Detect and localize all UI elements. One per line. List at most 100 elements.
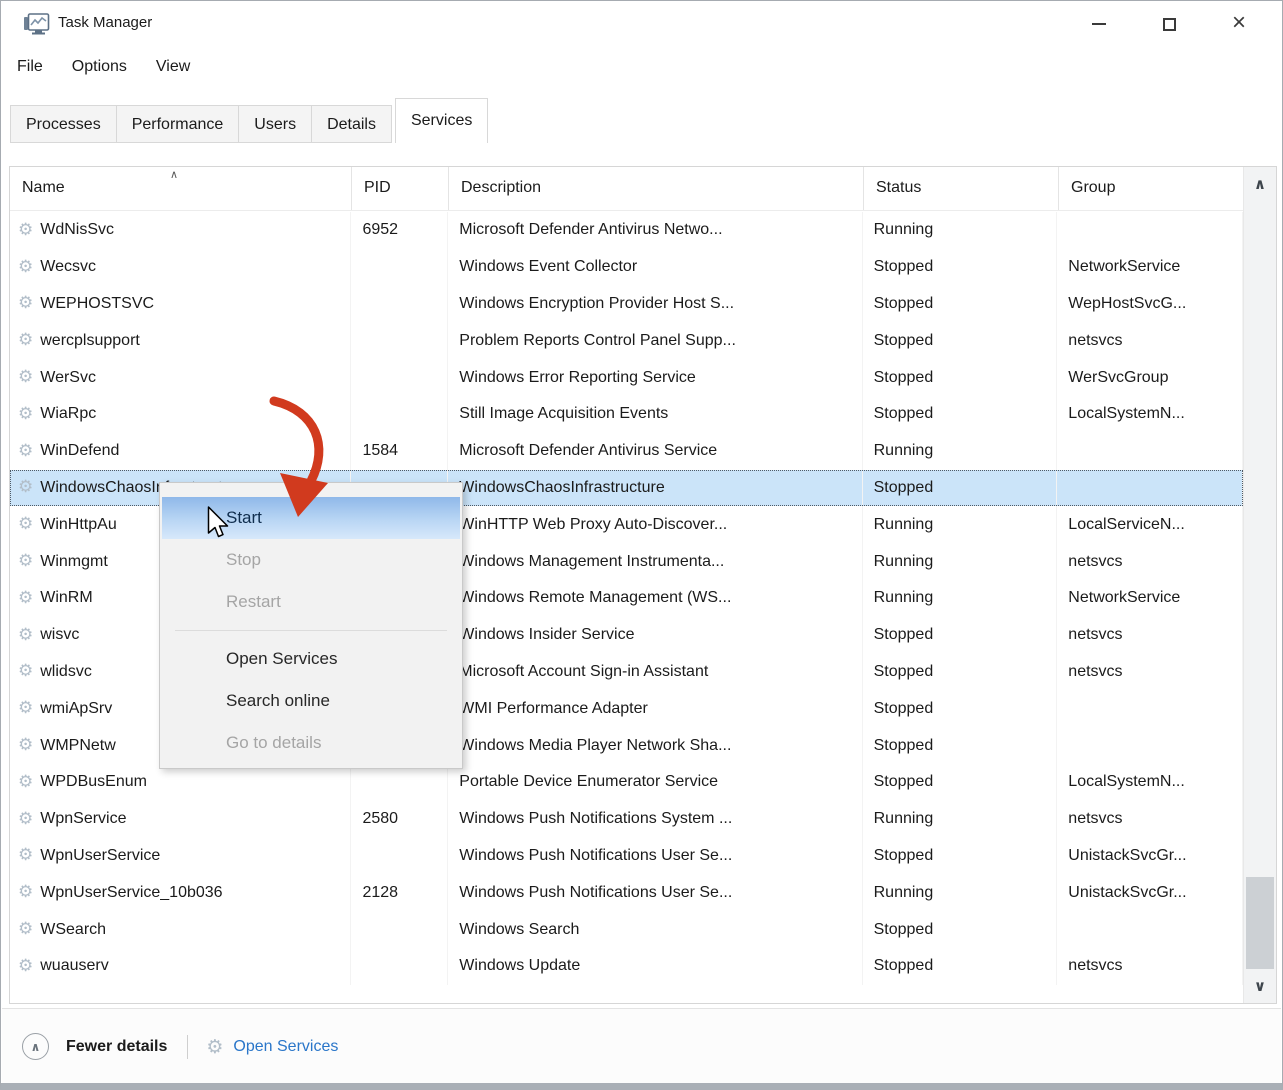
- cell-desc: Windows Search: [448, 911, 862, 948]
- cell-group: NetworkService: [1057, 249, 1243, 286]
- menu-options[interactable]: Options: [72, 58, 127, 76]
- context-menu: StartStopRestartOpen ServicesSearch onli…: [159, 482, 463, 769]
- cell-desc: Windows Push Notifications User Se...: [448, 838, 862, 875]
- cell-status: Stopped: [863, 322, 1058, 359]
- cell-status: Running: [863, 543, 1058, 580]
- list-header: ∧ NamePIDDescriptionStatusGroup: [10, 167, 1276, 211]
- tab-details[interactable]: Details: [312, 105, 392, 143]
- sort-ascending-icon: ∧: [170, 168, 178, 181]
- context-menu-item-start[interactable]: Start: [162, 497, 460, 539]
- cell-desc: Windows Encryption Provider Host S...: [448, 286, 862, 323]
- menu-bar: File Options View: [17, 58, 190, 76]
- cell-group: UnistackSvcGr...: [1057, 838, 1243, 875]
- scroll-up-button[interactable]: ∧: [1244, 167, 1276, 201]
- fewer-details-button[interactable]: Fewer details: [66, 1038, 167, 1056]
- cell-desc: Still Image Acquisition Events: [448, 396, 862, 433]
- open-services-link[interactable]: Open Services: [233, 1038, 338, 1056]
- cell-desc: Windows Management Instrumenta...: [448, 543, 862, 580]
- service-row[interactable]: ⚙wuauservWindows UpdateStoppednetsvcs: [10, 948, 1243, 985]
- cell-group: [1057, 911, 1243, 948]
- cell-status: Stopped: [863, 654, 1058, 691]
- service-gear-icon: ⚙: [18, 222, 33, 239]
- cell-group: [1057, 470, 1243, 507]
- service-row[interactable]: ⚙wercplsupportProblem Reports Control Pa…: [10, 322, 1243, 359]
- context-menu-item-open-services[interactable]: Open Services: [162, 638, 460, 680]
- menu-file[interactable]: File: [17, 58, 43, 76]
- task-manager-window: Task Manager × FileOptionsView Processes…: [0, 0, 1283, 1090]
- service-gear-icon: ⚙: [18, 259, 33, 276]
- column-header-pid[interactable]: PID: [352, 167, 449, 210]
- service-gear-icon: ⚙: [18, 958, 33, 975]
- context-menu-item-go-to-details: Go to details: [162, 722, 460, 764]
- service-gear-icon: ⚙: [18, 332, 33, 349]
- cell-pid: [351, 838, 448, 875]
- service-row[interactable]: ⚙WiaRpcStill Image Acquisition EventsSto…: [10, 396, 1243, 433]
- vertical-scrollbar[interactable]: ∧ ∨: [1243, 167, 1276, 1003]
- cell-group: [1057, 212, 1243, 249]
- cell-status: Running: [863, 506, 1058, 543]
- cell-name: ⚙WerSvc: [10, 359, 351, 396]
- tab-performance[interactable]: Performance: [117, 105, 240, 143]
- cell-group: WepHostSvcG...: [1057, 286, 1243, 323]
- service-gear-icon: ⚙: [18, 295, 33, 312]
- collapse-circle-icon[interactable]: ∧: [22, 1033, 49, 1060]
- service-gear-icon: ⚙: [18, 884, 33, 901]
- cell-group: NetworkService: [1057, 580, 1243, 617]
- service-row[interactable]: ⚙WPDBusEnumPortable Device Enumerator Se…: [10, 764, 1243, 801]
- cell-desc: Microsoft Defender Antivirus Service: [448, 433, 862, 470]
- cell-group: LocalServiceN...: [1057, 506, 1243, 543]
- tab-services[interactable]: Services: [395, 98, 488, 143]
- cell-desc: Microsoft Account Sign-in Assistant: [448, 654, 862, 691]
- service-row[interactable]: ⚙WEPHOSTSVCWindows Encryption Provider H…: [10, 286, 1243, 323]
- cell-desc: Windows Push Notifications System ...: [448, 801, 862, 838]
- cell-group: [1057, 433, 1243, 470]
- cell-status: Stopped: [863, 911, 1058, 948]
- cell-group: netsvcs: [1057, 543, 1243, 580]
- menu-view[interactable]: View: [156, 58, 190, 76]
- service-gear-icon: ⚙: [18, 921, 33, 938]
- service-gear-icon: ⚙: [18, 443, 33, 460]
- cell-pid: 2580: [351, 801, 448, 838]
- service-row[interactable]: ⚙WdNisSvc6952Microsoft Defender Antiviru…: [10, 212, 1243, 249]
- cell-status: Running: [863, 212, 1058, 249]
- service-row[interactable]: ⚙WerSvcWindows Error Reporting ServiceSt…: [10, 359, 1243, 396]
- minimize-button[interactable]: [1064, 1, 1134, 47]
- service-gear-icon: ⚙: [18, 553, 33, 570]
- cell-status: Stopped: [863, 249, 1058, 286]
- cell-desc: WMI Performance Adapter: [448, 690, 862, 727]
- cell-status: Stopped: [863, 470, 1058, 507]
- cell-name: ⚙WpnUserService_10b036: [10, 874, 351, 911]
- tab-processes[interactable]: Processes: [10, 105, 117, 143]
- context-menu-item-restart: Restart: [162, 581, 460, 623]
- service-row[interactable]: ⚙WecsvcWindows Event CollectorStoppedNet…: [10, 249, 1243, 286]
- column-header-group[interactable]: Group: [1059, 167, 1245, 210]
- cell-group: UnistackSvcGr...: [1057, 874, 1243, 911]
- context-menu-item-search-online[interactable]: Search online: [162, 680, 460, 722]
- maximize-button[interactable]: [1134, 1, 1204, 47]
- service-row[interactable]: ⚙WpnService2580Windows Push Notification…: [10, 801, 1243, 838]
- service-gear-icon: ⚙: [18, 700, 33, 717]
- cell-desc: Windows Event Collector: [448, 249, 862, 286]
- column-header-name[interactable]: Name: [10, 167, 352, 210]
- task-manager-icon: [23, 12, 50, 36]
- cell-group: netsvcs: [1057, 322, 1243, 359]
- cell-desc: WindowsChaosInfrastructure: [448, 470, 862, 507]
- service-gear-icon: ⚙: [18, 406, 33, 423]
- close-button[interactable]: ×: [1204, 1, 1274, 47]
- cell-status: Running: [863, 801, 1058, 838]
- service-row[interactable]: ⚙WpnUserService_10b0362128Windows Push N…: [10, 874, 1243, 911]
- scroll-down-button[interactable]: ∨: [1244, 969, 1276, 1003]
- footer-divider: [187, 1035, 188, 1059]
- service-row[interactable]: ⚙WpnUserServiceWindows Push Notification…: [10, 838, 1243, 875]
- service-row[interactable]: ⚙WinDefend1584Microsoft Defender Antivir…: [10, 433, 1243, 470]
- tab-users[interactable]: Users: [239, 105, 312, 143]
- cell-pid: [351, 359, 448, 396]
- service-row[interactable]: ⚙WSearchWindows SearchStopped: [10, 911, 1243, 948]
- scrollbar-thumb[interactable]: [1246, 877, 1274, 969]
- column-header-description[interactable]: Description: [449, 167, 864, 210]
- cell-desc: Microsoft Defender Antivirus Netwo...: [448, 212, 862, 249]
- cell-group: netsvcs: [1057, 617, 1243, 654]
- column-header-status[interactable]: Status: [864, 167, 1059, 210]
- cell-desc: WinHTTP Web Proxy Auto-Discover...: [448, 506, 862, 543]
- cell-group: WerSvcGroup: [1057, 359, 1243, 396]
